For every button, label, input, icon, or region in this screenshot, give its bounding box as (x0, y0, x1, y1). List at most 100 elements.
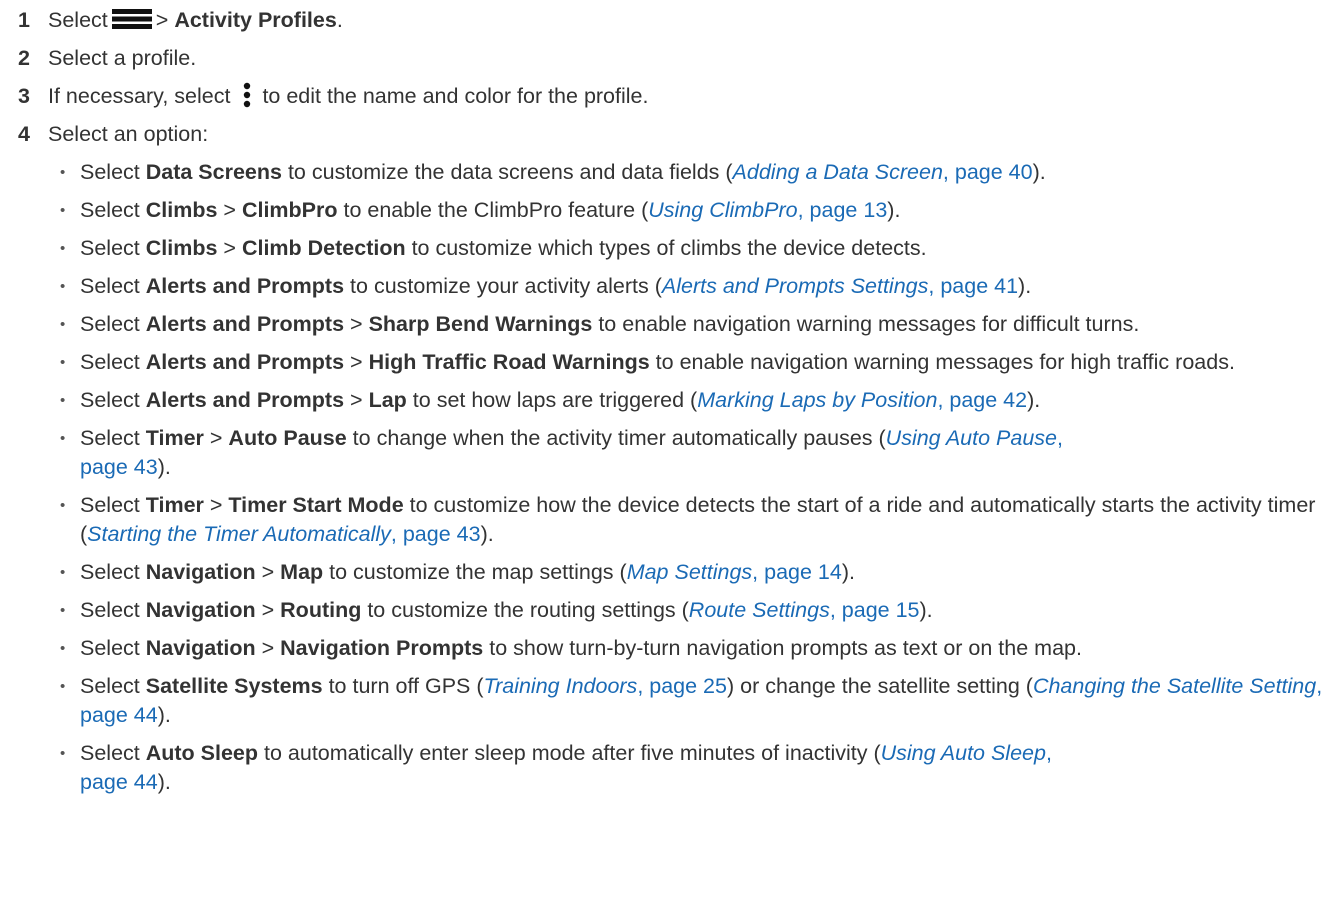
step-1: 1 Select > Activity Profiles. (18, 6, 1337, 44)
reference-title[interactable]: Alerts and Prompts Settings (662, 274, 928, 298)
bullet-icon: • (60, 745, 66, 762)
reference-title[interactable]: Map Settings (627, 560, 752, 584)
option-body-text: > (344, 388, 369, 412)
cross-reference-link[interactable]: Map Settings, page 14 (627, 560, 842, 584)
option-body-text: ) or change the satellite setting ( (726, 674, 1033, 698)
option-body-text: to customize the data screens and data f… (281, 160, 733, 184)
step-number: 1 (18, 8, 30, 32)
option-body-text: to change when the activity timer automa… (346, 426, 886, 450)
option-item: • Select Auto Sleep to automatically ente… (60, 739, 1330, 797)
option-body-text: ). (157, 455, 171, 479)
ui-term: Data Screens (145, 160, 282, 184)
ui-term: Alerts and Prompts (145, 350, 345, 374)
reference-page[interactable]: , page 41 (928, 274, 1018, 298)
ui-term: Sharp Bend Warnings (368, 312, 593, 336)
menu-icon (111, 9, 152, 29)
option-body-text: > (203, 493, 229, 517)
bullet-icon: • (60, 202, 66, 219)
option-item: • Select Satellite Systems to turn off GP… (60, 672, 1330, 730)
option-body-text: to customize your activity alerts ( (344, 274, 662, 298)
step-text: Select a profile. (48, 46, 197, 70)
cross-reference-link[interactable]: Using ClimbPro, page 13 (648, 198, 887, 222)
reference-page[interactable]: , page 15 (830, 598, 920, 622)
step-3: 3 If necessary, select to edit the name a… (18, 82, 1337, 120)
cross-reference-link[interactable]: Alerts and Prompts Settings, page 41 (662, 274, 1018, 298)
option-item: • Select Climbs > ClimbPro to enable the … (60, 196, 1330, 225)
option-body-text: Select (80, 236, 146, 260)
option-body-text: ). (480, 522, 494, 546)
cross-reference-link[interactable]: Starting the Timer Automatically, page 4… (87, 522, 480, 546)
reference-page[interactable]: , page 40 (943, 160, 1033, 184)
reference-title[interactable]: Using ClimbPro (648, 198, 797, 222)
ui-term: Alerts and Prompts (145, 312, 345, 336)
option-body-text: > (255, 560, 281, 584)
bullet-icon: • (60, 602, 66, 619)
ui-term: ClimbPro (241, 198, 338, 222)
ui-term: Routing (280, 598, 362, 622)
reference-page[interactable]: , page 43 (391, 522, 481, 546)
option-body-text: Select (80, 312, 146, 336)
reference-title[interactable]: Starting the Timer Automatically (87, 522, 391, 546)
reference-title[interactable]: Adding a Data Screen (733, 160, 943, 184)
cross-reference-link[interactable]: Adding a Data Screen, page 40 (733, 160, 1033, 184)
reference-page[interactable]: , page 13 (798, 198, 888, 222)
option-body-text: to customize which types of climbs the d… (405, 236, 927, 260)
step-text: Select an option: (48, 122, 209, 146)
step-text: Select > Activity Profiles. (48, 8, 343, 32)
option-body-text: Select (80, 598, 146, 622)
option-item: • Select Alerts and Prompts > Lap to set … (60, 386, 1330, 415)
option-text: Select Alerts and Prompts > Sharp Bend W… (80, 310, 1330, 339)
reference-title[interactable]: Using Auto Sleep (881, 741, 1046, 765)
option-body-text: > (217, 198, 242, 222)
option-body-text: to set how laps are triggered ( (406, 388, 698, 412)
option-body-text: ). (157, 770, 171, 794)
option-body-text: > (203, 426, 229, 450)
option-item: • Select Navigation > Routing to customiz… (60, 596, 1330, 625)
option-item: • Select Alerts and Prompts to customize … (60, 272, 1330, 301)
option-body-text: to show turn-by-turn navigation prompts … (483, 636, 1082, 660)
ui-term: High Traffic Road Warnings (368, 350, 650, 374)
reference-page[interactable]: , page 25 (637, 674, 727, 698)
option-item: • Select Data Screens to customize the da… (60, 158, 1330, 187)
bullet-icon: • (60, 678, 66, 695)
ui-term: Climbs (145, 198, 218, 222)
bullet-icon: • (60, 497, 66, 514)
option-item: • Select Timer > Auto Pause to change whe… (60, 424, 1330, 482)
option-body-text: ). (1032, 160, 1046, 184)
option-text: Select Timer > Timer Start Mode to custo… (80, 491, 1330, 549)
reference-title[interactable]: Training Indoors (484, 674, 638, 698)
option-body-text: Select (80, 636, 146, 660)
bullet-icon: • (60, 392, 66, 409)
option-text: Select Climbs > Climb Detection to custo… (80, 234, 1330, 263)
option-item: • Select Timer > Timer Start Mode to cust… (60, 491, 1330, 549)
option-body-text: ). (887, 198, 901, 222)
option-text: Select Navigation > Navigation Prompts t… (80, 634, 1330, 663)
reference-page[interactable]: , page 14 (752, 560, 842, 584)
reference-title[interactable]: Changing the Satellite Setting (1033, 674, 1316, 698)
reference-title[interactable]: Route Settings (689, 598, 830, 622)
step-4: 4 Select an option: (18, 120, 1337, 158)
cross-reference-link[interactable]: Route Settings, page 15 (689, 598, 920, 622)
option-item: • Select Navigation > Navigation Prompts … (60, 634, 1330, 663)
option-body-text: ). (919, 598, 933, 622)
option-body-text: to customize the map settings ( (323, 560, 627, 584)
option-body-text: ). (157, 703, 171, 727)
option-body-text: Select (80, 426, 146, 450)
ui-term: Navigation (145, 636, 256, 660)
option-body-text: ). (1027, 388, 1041, 412)
cross-reference-link[interactable]: Training Indoors, page 25 (484, 674, 727, 698)
reference-title[interactable]: Marking Laps by Position (697, 388, 937, 412)
option-body-text: to enable navigation warning messages fo… (592, 312, 1140, 336)
option-list: • Select Data Screens to customize the da… (60, 158, 1330, 797)
option-text: Select Data Screens to customize the dat… (80, 158, 1330, 187)
ui-term: Alerts and Prompts (145, 388, 345, 412)
option-item: • Select Navigation > Map to customize th… (60, 558, 1330, 587)
reference-page[interactable]: , page 42 (937, 388, 1027, 412)
reference-title[interactable]: Using Auto Pause (886, 426, 1057, 450)
option-body-text: to enable the ClimbPro feature ( (337, 198, 649, 222)
option-body-text: Select (80, 674, 146, 698)
option-text: Select Timer > Auto Pause to change when… (80, 424, 1330, 482)
option-text: Select Navigation > Routing to customize… (80, 596, 1330, 625)
cross-reference-link[interactable]: Marking Laps by Position, page 42 (697, 388, 1027, 412)
option-body-text: ). (1018, 274, 1032, 298)
